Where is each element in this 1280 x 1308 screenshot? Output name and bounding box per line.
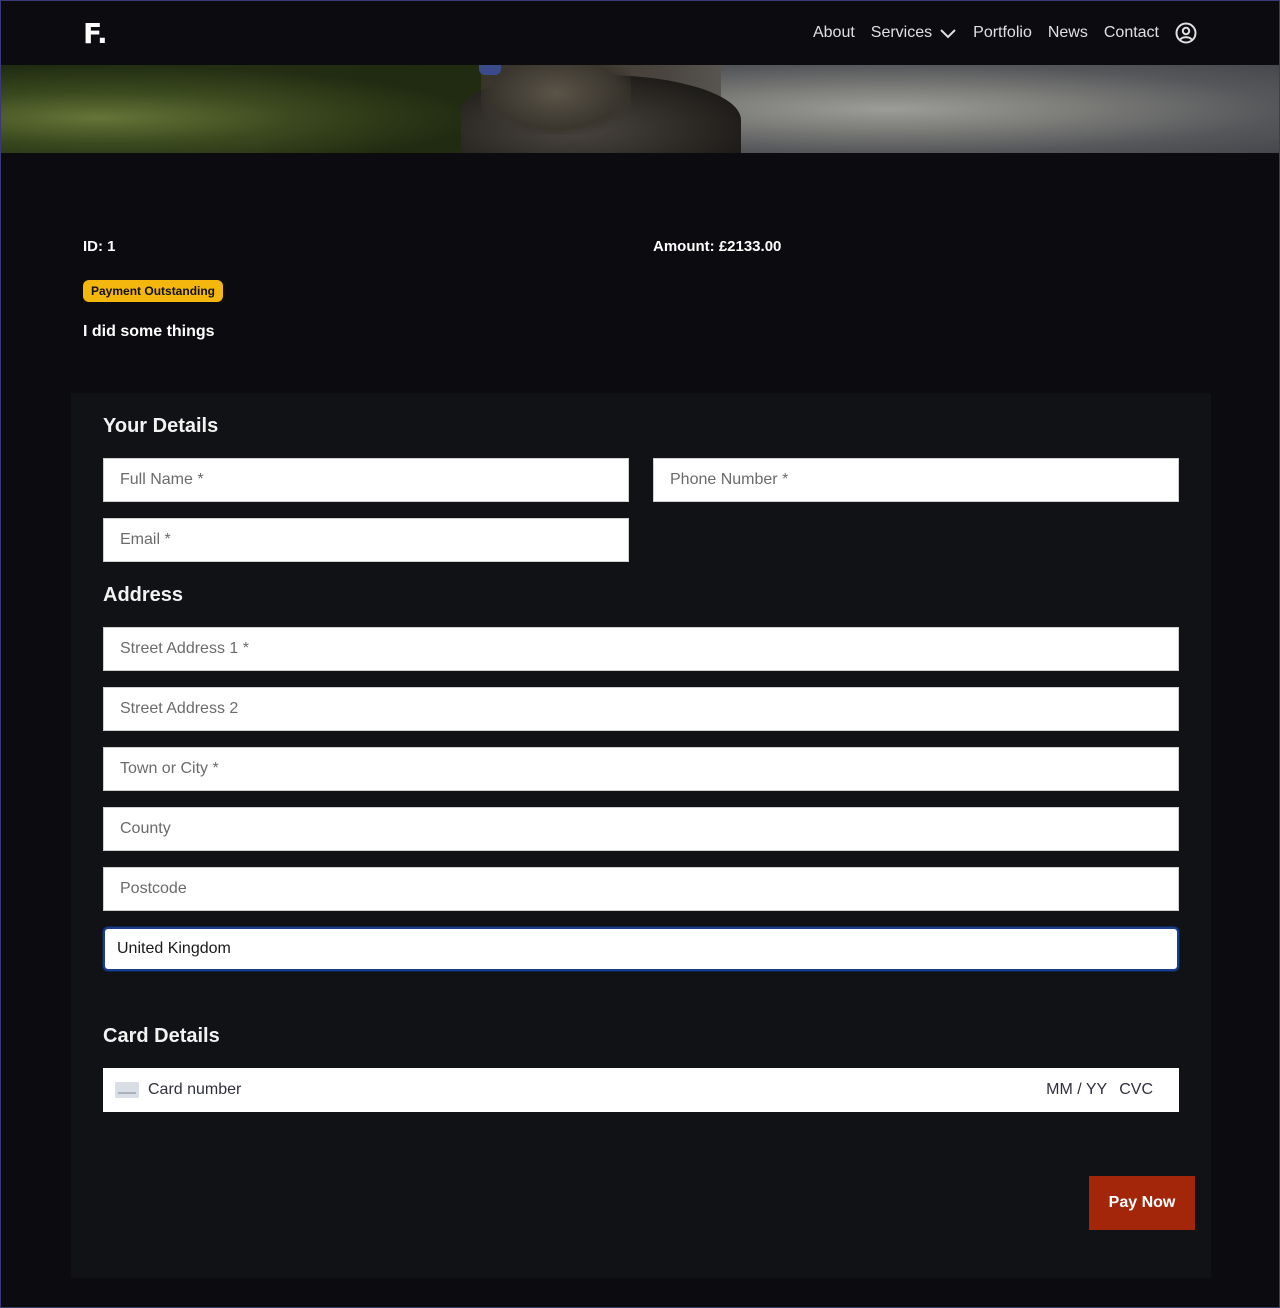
town-city-field[interactable]: Town or City * <box>103 747 1179 791</box>
country-field[interactable]: United Kingdom <box>103 927 1179 971</box>
nav-news-label: News <box>1047 24 1088 41</box>
payment-form: Your Details Full Name * Phone Number * … <box>71 393 1211 1278</box>
nav-about[interactable]: About <box>813 24 855 42</box>
address-title: Address <box>103 584 184 606</box>
card-extra-fields: MM / YY CVC <box>1046 1081 1153 1099</box>
site-header: F. About Services Portfolio News Contact <box>1 1 1279 65</box>
card-expiry-placeholder[interactable]: MM / YY <box>1046 1081 1107 1099</box>
nav-portfolio-label: Portfolio <box>973 24 1032 41</box>
nav-news[interactable]: News <box>1048 24 1088 42</box>
chevron-down-icon <box>939 27 957 39</box>
nav-contact-label: Contact <box>1103 24 1159 41</box>
site-logo[interactable]: F. <box>83 17 108 50</box>
county-field[interactable]: County <box>103 807 1179 851</box>
card-input[interactable]: Card number MM / YY CVC <box>103 1068 1179 1112</box>
nav-services-label: Services <box>870 24 933 41</box>
street-address-2-field[interactable]: Street Address 2 <box>103 687 1179 731</box>
hero-person <box>481 65 631 135</box>
hero-image <box>1 65 1279 153</box>
nav-contact[interactable]: Contact <box>1104 24 1159 42</box>
invoice-amount: Amount: £2133.00 <box>653 238 782 255</box>
hero-clouds <box>721 65 1279 153</box>
your-details-title: Your Details <box>103 415 219 437</box>
email-field[interactable]: Email * <box>103 518 629 562</box>
invoice-id: ID: 1 <box>83 238 116 255</box>
full-name-field[interactable]: Full Name * <box>103 458 629 502</box>
nav-about-label: About <box>812 24 855 41</box>
user-account-icon[interactable] <box>1175 22 1197 44</box>
card-details-title: Card Details <box>103 1025 220 1047</box>
hero-mountain <box>1 65 481 153</box>
street-address-1-field[interactable]: Street Address 1 * <box>103 627 1179 671</box>
credit-card-icon <box>115 1082 139 1098</box>
main-nav: About Services Portfolio News Contact <box>813 22 1197 44</box>
postcode-field[interactable]: Postcode <box>103 867 1179 911</box>
hero-cap <box>479 65 501 75</box>
phone-number-field[interactable]: Phone Number * <box>653 458 1179 502</box>
invoice-description: I did some things <box>83 323 215 340</box>
card-cvc-placeholder[interactable]: CVC <box>1119 1081 1153 1099</box>
nav-services[interactable]: Services <box>871 24 957 42</box>
status-badge: Payment Outstanding <box>83 280 224 302</box>
card-number-placeholder: Card number <box>148 1081 242 1098</box>
nav-portfolio[interactable]: Portfolio <box>973 24 1032 42</box>
pay-now-button[interactable]: Pay Now <box>1089 1176 1195 1230</box>
